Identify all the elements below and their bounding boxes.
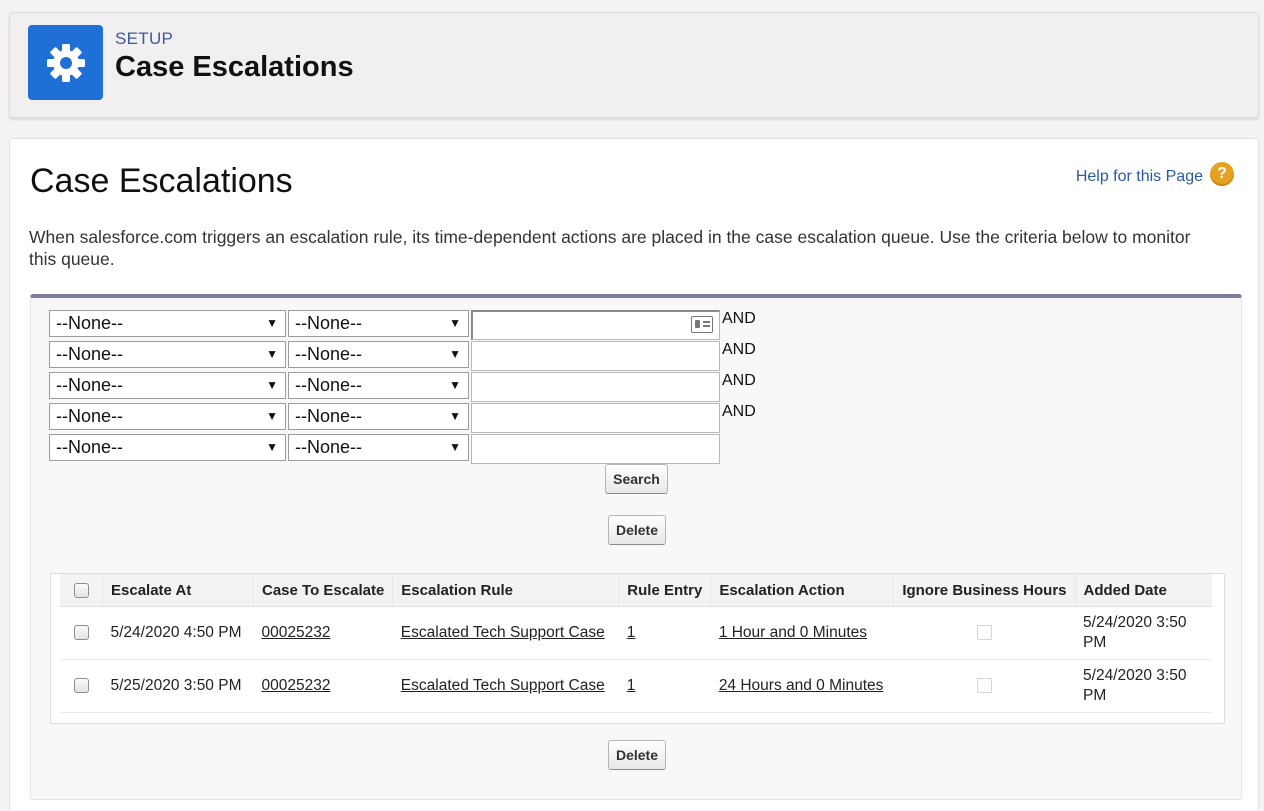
column-header[interactable]: Escalate At	[102, 574, 254, 607]
escalation-rule-link[interactable]: Escalated Tech Support Case	[401, 624, 605, 641]
and-label: AND	[722, 310, 756, 327]
help-icon[interactable]: ?	[1210, 162, 1234, 186]
and-label: AND	[722, 341, 756, 358]
table-header-row: Escalate At Case To Escalate Escalation …	[60, 574, 1212, 607]
operator-select[interactable]: --None-- ▼	[288, 341, 469, 368]
page-header: SETUP Case Escalations	[9, 12, 1259, 118]
dropdown-arrow-icon: ▼	[266, 347, 278, 361]
select-all-checkbox[interactable]	[73, 583, 89, 599]
dropdown-arrow-icon: ▼	[266, 440, 278, 454]
ignore-hours-cell	[893, 659, 1076, 713]
rule-entry-link[interactable]: 1	[627, 624, 636, 641]
page-title: Case Escalations	[30, 162, 293, 200]
field-select[interactable]: --None-- ▼	[49, 434, 286, 461]
entry-cell: 1	[618, 606, 711, 660]
case-cell: 00025232	[253, 659, 393, 713]
row-checkbox[interactable]	[73, 678, 89, 694]
column-header[interactable]: Ignore Business Hours	[893, 574, 1076, 607]
value-input[interactable]	[471, 403, 720, 433]
action-cell: 1 Hour and 0 Minutes	[710, 606, 894, 660]
operator-select[interactable]: --None-- ▼	[288, 403, 469, 430]
field-select-value: --None--	[56, 406, 124, 426]
table-row: 5/25/2020 3:50 PM 00025232 Escalated Tec…	[60, 659, 1212, 713]
dropdown-arrow-icon: ▼	[449, 347, 461, 361]
added-date-cell: 5/24/2020 3:50 PM	[1075, 659, 1212, 713]
row-select-cell	[60, 659, 103, 713]
case-link[interactable]: 00025232	[262, 624, 331, 641]
header-kicker: SETUP	[115, 29, 174, 48]
escalate-at-cell: 5/24/2020 4:50 PM	[102, 606, 254, 660]
dropdown-arrow-icon: ▼	[449, 440, 461, 454]
delete-button[interactable]: Delete	[608, 740, 666, 770]
escalate-at-cell: 5/25/2020 3:50 PM	[102, 659, 254, 713]
dropdown-arrow-icon: ▼	[449, 378, 461, 392]
ignore-hours-cell	[893, 606, 1076, 660]
ignore-hours-checkbox	[976, 625, 992, 641]
row-checkbox[interactable]	[73, 625, 89, 641]
case-link[interactable]: 00025232	[262, 677, 331, 694]
lookup-icon[interactable]	[691, 316, 713, 333]
action-cell: 24 Hours and 0 Minutes	[710, 659, 894, 713]
value-input[interactable]	[471, 372, 720, 402]
dropdown-arrow-icon: ▼	[449, 409, 461, 423]
header-title: Case Escalations	[115, 51, 354, 83]
field-select-value: --None--	[56, 313, 124, 333]
dropdown-arrow-icon: ▼	[266, 378, 278, 392]
row-select-cell	[60, 606, 103, 660]
field-select[interactable]: --None-- ▼	[49, 403, 286, 430]
filter-panel: --None-- ▼ --None-- ▼ AND --None-- ▼ --None…	[30, 294, 1242, 800]
select-all-cell	[60, 574, 103, 607]
search-button[interactable]: Search	[605, 464, 668, 494]
case-cell: 00025232	[253, 606, 393, 660]
and-label: AND	[722, 372, 756, 389]
dropdown-arrow-icon: ▼	[449, 316, 461, 330]
gear-icon	[28, 25, 103, 100]
value-input[interactable]	[471, 434, 720, 464]
column-header[interactable]: Case To Escalate	[253, 574, 394, 607]
operator-select-value: --None--	[295, 313, 363, 333]
field-select[interactable]: --None-- ▼	[49, 372, 286, 399]
and-label: AND	[722, 403, 756, 420]
help-link[interactable]: Help for this Page	[1076, 168, 1203, 186]
table-row: 5/24/2020 4:50 PM 00025232 Escalated Tec…	[60, 606, 1212, 660]
delete-button[interactable]: Delete	[608, 515, 666, 545]
operator-select-value: --None--	[295, 375, 363, 395]
value-input[interactable]	[471, 341, 720, 371]
operator-select[interactable]: --None-- ▼	[288, 372, 469, 399]
operator-select[interactable]: --None-- ▼	[288, 310, 469, 337]
main-content: Case Escalations Help for this Page ? Wh…	[9, 138, 1259, 811]
field-select-value: --None--	[56, 344, 124, 364]
rule-cell: Escalated Tech Support Case	[392, 659, 619, 713]
field-select-value: --None--	[56, 375, 124, 395]
dropdown-arrow-icon: ▼	[266, 316, 278, 330]
operator-select-value: --None--	[295, 437, 363, 457]
rule-entry-link[interactable]: 1	[627, 677, 636, 694]
escalation-rule-link[interactable]: Escalated Tech Support Case	[401, 677, 605, 694]
escalation-action-link[interactable]: 1 Hour and 0 Minutes	[719, 624, 867, 641]
added-date-cell: 5/24/2020 3:50 PM	[1075, 606, 1212, 660]
column-header[interactable]: Added Date	[1075, 574, 1212, 607]
column-header[interactable]: Rule Entry	[618, 574, 712, 607]
column-header[interactable]: Escalation Action	[710, 574, 895, 607]
value-input[interactable]	[471, 310, 720, 340]
field-select[interactable]: --None-- ▼	[49, 310, 286, 337]
escalation-action-link[interactable]: 24 Hours and 0 Minutes	[719, 677, 884, 694]
ignore-hours-checkbox	[976, 678, 992, 694]
intro-text: When salesforce.com triggers an escalati…	[29, 227, 1191, 269]
operator-select-value: --None--	[295, 406, 363, 426]
rule-cell: Escalated Tech Support Case	[392, 606, 619, 660]
results-table: Escalate At Case To Escalate Escalation …	[50, 573, 1225, 724]
operator-select-value: --None--	[295, 344, 363, 364]
entry-cell: 1	[618, 659, 711, 713]
field-select-value: --None--	[56, 437, 124, 457]
dropdown-arrow-icon: ▼	[266, 409, 278, 423]
operator-select[interactable]: --None-- ▼	[288, 434, 469, 461]
field-select[interactable]: --None-- ▼	[49, 341, 286, 368]
column-header[interactable]: Escalation Rule	[392, 574, 620, 607]
